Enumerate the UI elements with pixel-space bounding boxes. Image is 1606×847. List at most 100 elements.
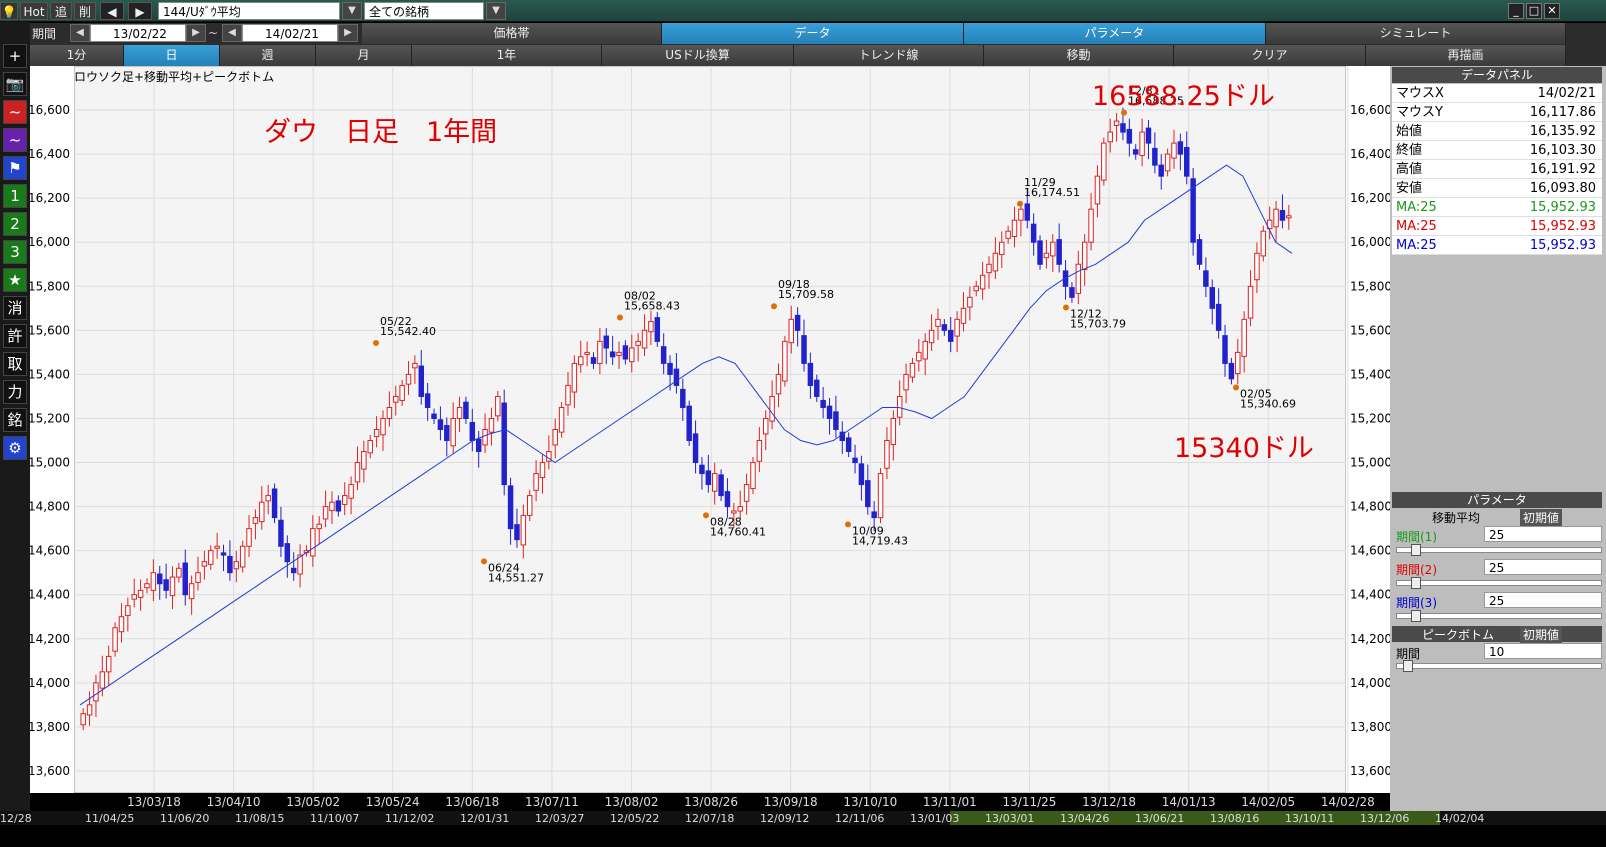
candle-body (1113, 120, 1120, 126)
tool-icon-14[interactable]: ⚙ (3, 436, 27, 460)
period2-slider[interactable] (1396, 577, 1602, 589)
prev-date-icon[interactable]: ◀ (222, 24, 242, 42)
next-date-icon[interactable]: ▶ (338, 24, 358, 42)
close-icon[interactable]: ✕ (1544, 3, 1560, 19)
tab-0[interactable]: 価格帯 (362, 23, 662, 44)
tool-icon-12[interactable]: 力 (3, 380, 27, 404)
candle-body (208, 550, 214, 565)
chart-area[interactable]: 13,600 13,600 13,800 13,800 14,000 14,000 14,2… (28, 65, 1392, 811)
next-date-icon[interactable]: ▶ (186, 24, 206, 42)
candle-body (1215, 303, 1222, 331)
prev-date-icon[interactable]: ◀ (70, 24, 90, 42)
x-tick-label: 13/08/26 (684, 795, 738, 809)
tool-icon-13[interactable]: 銘 (3, 408, 27, 432)
delete-button[interactable]: 削 (74, 2, 96, 20)
date-from-field[interactable]: 13/02/22 (90, 24, 186, 42)
date-to-field[interactable]: 14/02/21 (242, 24, 338, 42)
tool-icon-0[interactable]: + (3, 44, 27, 68)
next-arrow-icon[interactable]: ▶ (128, 2, 152, 20)
y-tick-label-right: 15,000 (1350, 456, 1390, 470)
y-tick-label: 15,400 (30, 367, 70, 381)
candle-body (845, 437, 852, 453)
candle-body (622, 345, 629, 360)
chevron-down-icon[interactable]: ▼ (486, 2, 506, 20)
chevron-down-icon[interactable]: ▼ (342, 2, 362, 20)
period1-slider[interactable] (1396, 544, 1602, 556)
pb-period-slider[interactable] (1396, 660, 1602, 672)
candle-body (711, 473, 718, 492)
data-row: MA:25 15,952.93 (1392, 236, 1602, 255)
timeframe-tab-4[interactable]: 1年 (412, 45, 602, 66)
lightbulb-icon[interactable]: 💡 (0, 2, 18, 20)
data-panel-header: データパネル (1392, 67, 1602, 83)
init-button[interactable]: 初期値 (1520, 509, 1562, 526)
candle-body (278, 519, 284, 547)
pb-period-field[interactable]: 10 (1484, 643, 1602, 659)
low-annotation: 15340ドル (1174, 433, 1314, 464)
tool-icon-3[interactable]: ~ (3, 128, 27, 152)
hot-button[interactable]: Hot (20, 2, 48, 20)
period2-field[interactable]: 25 (1484, 559, 1602, 575)
timeframe-tab-1[interactable]: 日 (124, 45, 220, 66)
data-row: 終値 16,103.30 (1392, 141, 1602, 160)
prev-arrow-icon[interactable]: ◀ (100, 2, 124, 20)
tool-icon-4[interactable]: ⚑ (3, 156, 27, 180)
candle-body (673, 368, 680, 386)
timeline-date: 11/06/20 (160, 812, 209, 825)
period3-field[interactable]: 25 (1484, 592, 1602, 608)
timeframe-tab-8[interactable]: クリア (1174, 45, 1366, 66)
candle-body (157, 573, 163, 585)
timeframe-tab-6[interactable]: トレンド線 (794, 45, 984, 66)
tab-2[interactable]: パラメータ (964, 23, 1266, 44)
tool-icon-7[interactable]: 3 (3, 240, 27, 264)
y-tick-label-right: 15,600 (1350, 323, 1390, 337)
candle-body (348, 484, 354, 499)
timeline-date: 11/10/07 (310, 812, 359, 825)
timeline-date: 12/28 (0, 812, 32, 825)
timeframe-tab-5[interactable]: USドル換算 (602, 45, 794, 66)
x-tick-label: 13/07/11 (525, 795, 579, 809)
tool-icon-6[interactable]: 2 (3, 212, 27, 236)
add-button[interactable]: 追 (50, 2, 72, 20)
overview-timeline[interactable]: 12/28 11/04/25 11/06/20 11/08/15 11/10/07 11/… (0, 811, 1606, 844)
x-tick-label: 13/10/10 (843, 795, 897, 809)
tool-icon-11[interactable]: 取 (3, 352, 27, 376)
tab-3[interactable]: シミュレート (1266, 23, 1566, 44)
maximize-icon[interactable]: □ (1526, 3, 1542, 19)
data-row: マウスX 14/02/21 (1392, 84, 1602, 103)
peak-marker (845, 521, 851, 528)
tool-icon-1[interactable]: 📷 (3, 72, 27, 96)
timeframe-tab-0[interactable]: 1分 (30, 45, 124, 66)
timeline-date: 13/03/01 (985, 812, 1034, 825)
data-value: 14/02/21 (1537, 86, 1596, 101)
candle-body (233, 561, 240, 570)
plot-bg (73, 65, 1347, 794)
candle-body (686, 405, 692, 442)
candle-body (329, 501, 335, 512)
timeframe-tab-9[interactable]: 再描画 (1366, 45, 1566, 66)
tool-icon-5[interactable]: 1 (3, 184, 27, 208)
period-toolbar: 期間 ◀ 13/02/22 ▶ ~ ◀ 14/02/21 ▶ 価格帯 データ パラメ… (30, 23, 1606, 45)
peak-value: 14,551.27 (488, 571, 544, 584)
tool-icon-8[interactable]: ★ (3, 268, 27, 292)
timeline-date: 14/02/04 (1435, 812, 1484, 825)
candle-body (310, 528, 316, 557)
minimize-icon[interactable]: _ (1508, 3, 1524, 19)
candle-body (163, 579, 169, 591)
symbol-select[interactable]: 144/Uﾀﾞｳ平均 (158, 2, 340, 20)
timeframe-tab-3[interactable]: 月 (316, 45, 412, 66)
tool-icon-9[interactable]: 消 (3, 296, 27, 320)
tool-icon-2[interactable]: ~ (3, 100, 27, 124)
y-tick-label-right: 15,400 (1350, 367, 1390, 381)
period1-field[interactable]: 25 (1484, 526, 1602, 542)
candle-body (635, 340, 641, 346)
period3-slider[interactable] (1396, 610, 1602, 622)
tool-icon-10[interactable]: 許 (3, 324, 27, 348)
tab-1[interactable]: データ (662, 23, 964, 44)
timeframe-tab-2[interactable]: 週 (220, 45, 316, 66)
pb-init-button[interactable]: 初期値 (1520, 626, 1562, 643)
market-select[interactable]: 全ての銘柄 (364, 2, 484, 20)
candle-body (1069, 287, 1075, 298)
timeframe-tab-7[interactable]: 移動 (984, 45, 1174, 66)
x-tick-label: 13/11/01 (923, 795, 977, 809)
